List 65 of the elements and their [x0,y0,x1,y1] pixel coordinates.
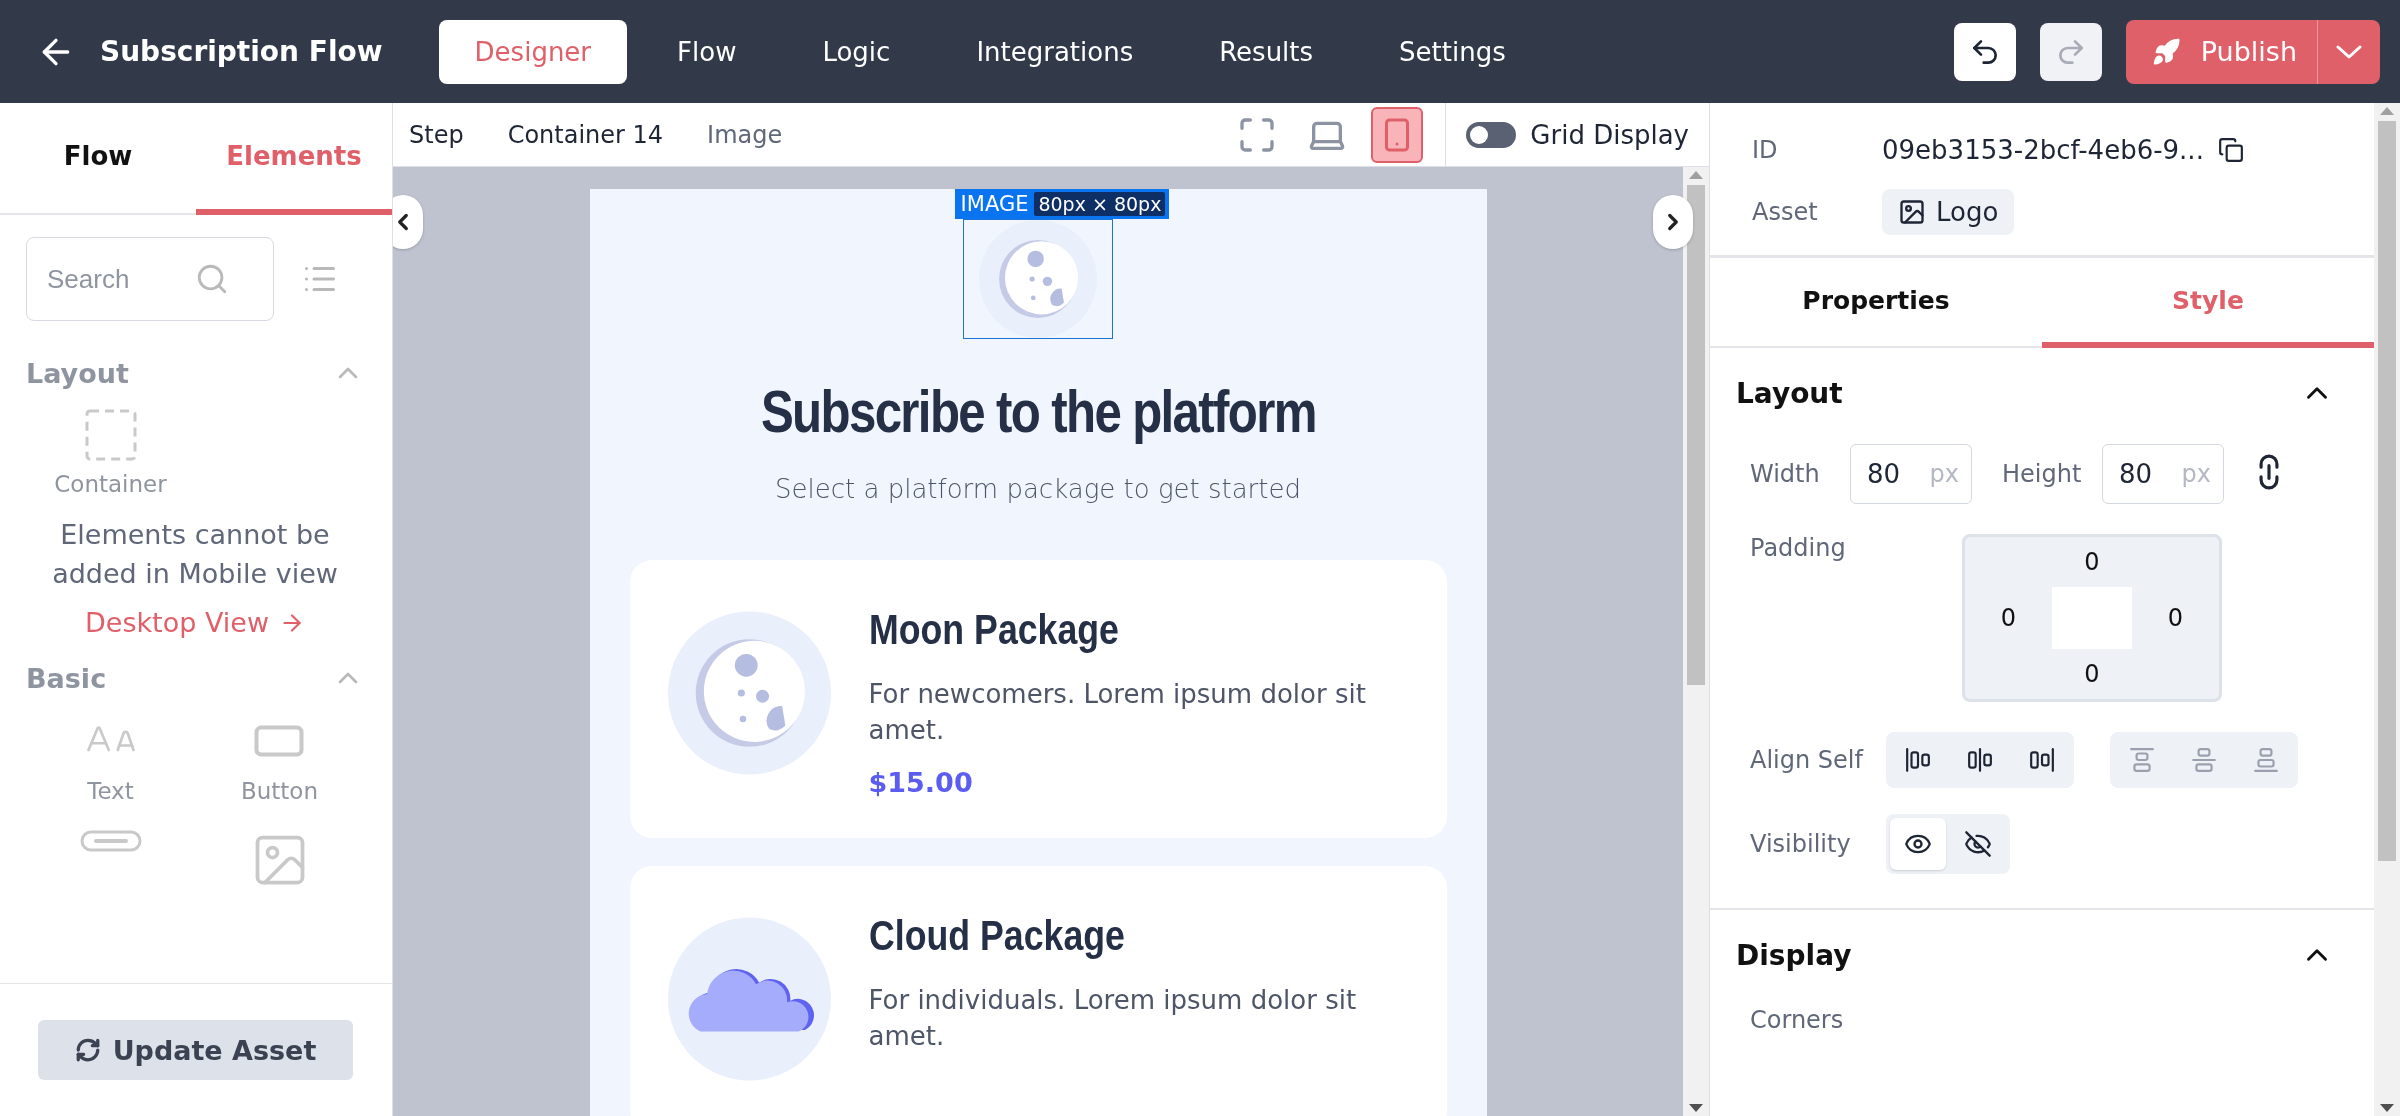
scrollbar[interactable] [2374,103,2400,1116]
align-horizontal-icon [2029,747,2055,773]
padding-left: 0 [1999,603,2018,634]
package-price: $15.00 [868,766,974,798]
id-value: 09eb3153-2bcf-4eb6-9... [1882,135,2204,165]
collapse-left-button[interactable] [393,195,423,249]
package-description: For individuals. Lorem ipsum dolor sit amet. [868,983,1358,1054]
flow-title: Subscription Flow [100,35,383,68]
element-size: 80px × 80px [1034,192,1166,216]
pill-icon [79,830,142,853]
visible-button[interactable] [1890,818,1946,870]
height-field[interactable]: 80 px [2102,444,2224,504]
nav-tab[interactable]: Flow [641,19,773,84]
nav-tab[interactable]: Integrations [940,19,1170,84]
notice-text: Elements cannot be added in Mobile view [51,518,339,592]
copy-icon [2217,137,2244,163]
page-subtitle: Select a platform package to get started [775,474,1301,504]
align-horizontal-icon [1967,747,1993,773]
align-horizontal-icon [1905,747,1931,773]
inspector-tab[interactable]: Properties [1710,258,2042,348]
section-title: Display [1736,938,1852,972]
id-label: ID [1752,136,1779,164]
visibility-label: Visibility [1749,830,1852,858]
element-label: Container [54,471,167,497]
collapse-right-button[interactable] [1653,195,1693,249]
scrollbar[interactable] [1683,167,1709,1116]
width-label: Width [1749,460,1821,488]
padding-right: 0 [2166,603,2185,634]
refresh-icon [74,1037,101,1063]
undo-button[interactable] [1954,22,2016,81]
element-label: Button [240,778,318,805]
element-type: IMAGE [960,192,1029,216]
nav-tab[interactable]: Logic [786,19,927,84]
package-description: For newcomers. Lorem ipsum dolor sit amet. [868,678,1367,748]
caret-icon [2336,44,2362,59]
padding-control[interactable]: 0 0 0 0 [1962,534,2222,702]
align-vertical-icon [2253,747,2279,773]
padding-top: 0 [2083,547,2101,578]
padding-bottom: 0 [2083,659,2101,690]
image-icon [1898,198,1926,226]
section-title: Layout [26,357,129,389]
width-field[interactable]: 80 px [1850,444,1972,504]
toggle-label: Grid Display [1530,119,1689,150]
align-vertical-icon [2129,747,2155,773]
dashed-square-icon [84,409,137,461]
asset-chip[interactable]: Logo [1882,189,2015,235]
align-self-label: Align Self [1749,746,1865,774]
page-title: Subscribe to the platform [760,377,1316,446]
package-name: Moon Package [868,606,1120,654]
height-label: Height [2001,460,2083,488]
corners-label: Corners [1749,1006,1844,1034]
nav-tab[interactable]: Settings [1363,19,1542,84]
eye-off-icon [1964,830,1992,858]
search-icon [195,262,229,296]
nav-tab[interactable]: Results [1183,19,1350,84]
padding-label: Padding [1749,534,1847,562]
grid-toggle[interactable] [1466,121,1517,148]
section-title: Basic [26,662,107,694]
selection-outline[interactable] [963,219,1113,339]
asset-label: Asset [1752,198,1819,226]
align-vertical-icon [2191,747,2217,773]
package-name: Cloud Package [868,911,1126,960]
section-title: Layout [1736,376,1843,410]
device-button[interactable] [1371,106,1424,163]
element-label: Text [87,778,134,805]
